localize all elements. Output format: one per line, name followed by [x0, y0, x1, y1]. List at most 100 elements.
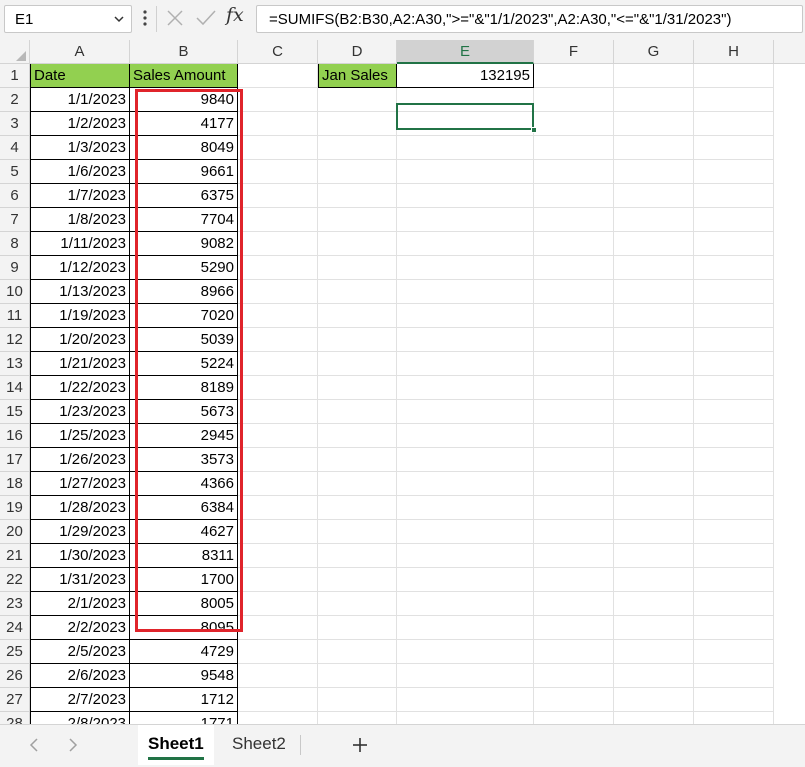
fill-handle[interactable] [531, 127, 537, 133]
empty-cell[interactable] [318, 688, 397, 712]
empty-cell[interactable] [614, 616, 694, 640]
empty-cell[interactable] [614, 472, 694, 496]
empty-cell[interactable] [397, 304, 534, 328]
empty-cell[interactable] [397, 568, 534, 592]
empty-cell[interactable] [397, 232, 534, 256]
jan-sales-label-cell[interactable]: Jan Sales [318, 64, 397, 88]
empty-cell[interactable] [397, 376, 534, 400]
empty-cell[interactable] [318, 400, 397, 424]
empty-cell[interactable] [614, 184, 694, 208]
row-header[interactable]: 2 [0, 88, 29, 112]
empty-cell[interactable] [238, 400, 318, 424]
column-header-d[interactable]: D [318, 40, 397, 64]
empty-cell[interactable] [238, 520, 318, 544]
column-header-e[interactable]: E [397, 40, 534, 64]
row-header[interactable]: 16 [0, 424, 29, 448]
empty-cell[interactable] [694, 448, 774, 472]
date-cell[interactable]: 1/29/2023 [30, 520, 130, 544]
date-cell[interactable]: 2/7/2023 [30, 688, 130, 712]
empty-cell[interactable] [397, 640, 534, 664]
empty-cell[interactable] [694, 616, 774, 640]
sales-amount-cell[interactable]: 8311 [130, 544, 238, 568]
empty-cell[interactable] [318, 448, 397, 472]
sales-amount-cell[interactable]: 3573 [130, 448, 238, 472]
header-cell-sales-amount[interactable]: Sales Amount [130, 64, 238, 88]
empty-cell[interactable] [534, 520, 614, 544]
empty-cell[interactable] [694, 592, 774, 616]
row-header[interactable]: 13 [0, 352, 29, 376]
empty-cell[interactable] [614, 592, 694, 616]
enter-icon[interactable] [195, 8, 217, 28]
row-header[interactable]: 26 [0, 664, 29, 688]
empty-cell[interactable] [694, 328, 774, 352]
empty-cell[interactable] [534, 640, 614, 664]
empty-cell[interactable] [614, 496, 694, 520]
column-header-g[interactable]: G [614, 40, 694, 64]
sales-amount-cell[interactable]: 8049 [130, 136, 238, 160]
empty-cell[interactable] [318, 640, 397, 664]
empty-cell[interactable] [614, 640, 694, 664]
empty-cell[interactable] [238, 280, 318, 304]
empty-cell[interactable] [238, 448, 318, 472]
empty-cell[interactable] [694, 664, 774, 688]
empty-cell[interactable] [397, 400, 534, 424]
tab-sheet1[interactable]: Sheet1 [138, 725, 214, 765]
empty-cell[interactable] [534, 712, 614, 724]
cancel-icon[interactable] [165, 8, 185, 28]
row-header[interactable]: 19 [0, 496, 29, 520]
empty-cell[interactable] [614, 424, 694, 448]
row-header[interactable]: 14 [0, 376, 29, 400]
date-cell[interactable]: 2/8/2023 [30, 712, 130, 724]
empty-cell[interactable] [614, 448, 694, 472]
empty-cell[interactable] [694, 304, 774, 328]
row-header[interactable]: 1 [0, 64, 29, 88]
empty-cell[interactable] [534, 280, 614, 304]
empty-cell[interactable] [318, 256, 397, 280]
empty-cell[interactable] [534, 184, 614, 208]
empty-cell[interactable] [397, 592, 534, 616]
empty-cell[interactable] [238, 376, 318, 400]
empty-cell[interactable] [534, 376, 614, 400]
column-header-b[interactable]: B [130, 40, 238, 64]
empty-cell[interactable] [614, 304, 694, 328]
jan-sales-value-cell[interactable]: 132195 [397, 64, 534, 88]
empty-cell[interactable] [614, 88, 694, 112]
empty-cell[interactable] [534, 88, 614, 112]
empty-cell[interactable] [318, 136, 397, 160]
empty-cell[interactable] [694, 424, 774, 448]
empty-cell[interactable] [397, 688, 534, 712]
empty-cell[interactable] [534, 664, 614, 688]
date-cell[interactable]: 1/12/2023 [30, 256, 130, 280]
empty-cell[interactable] [694, 112, 774, 136]
empty-cell[interactable] [318, 184, 397, 208]
date-cell[interactable]: 1/3/2023 [30, 136, 130, 160]
row-header[interactable]: 11 [0, 304, 29, 328]
sales-amount-cell[interactable]: 9548 [130, 664, 238, 688]
column-header-h[interactable]: H [694, 40, 774, 64]
empty-cell[interactable] [694, 472, 774, 496]
empty-cell[interactable] [238, 472, 318, 496]
date-cell[interactable]: 1/19/2023 [30, 304, 130, 328]
empty-cell[interactable] [534, 232, 614, 256]
row-header[interactable]: 15 [0, 400, 29, 424]
empty-cell[interactable] [238, 544, 318, 568]
empty-cell[interactable] [694, 64, 774, 88]
sales-amount-cell[interactable]: 4627 [130, 520, 238, 544]
empty-cell[interactable] [238, 160, 318, 184]
date-cell[interactable]: 1/1/2023 [30, 88, 130, 112]
empty-cell[interactable] [397, 712, 534, 724]
empty-cell[interactable] [238, 352, 318, 376]
empty-cell[interactable] [614, 544, 694, 568]
sales-amount-cell[interactable]: 1771 [130, 712, 238, 724]
row-header[interactable]: 8 [0, 232, 29, 256]
empty-cell[interactable] [694, 544, 774, 568]
row-header[interactable]: 17 [0, 448, 29, 472]
empty-cell[interactable] [238, 184, 318, 208]
empty-cell[interactable] [238, 496, 318, 520]
empty-cell[interactable] [397, 352, 534, 376]
empty-cell[interactable] [397, 616, 534, 640]
sales-amount-cell[interactable]: 7704 [130, 208, 238, 232]
row-header[interactable]: 27 [0, 688, 29, 712]
empty-cell[interactable] [238, 232, 318, 256]
empty-cell[interactable] [534, 328, 614, 352]
